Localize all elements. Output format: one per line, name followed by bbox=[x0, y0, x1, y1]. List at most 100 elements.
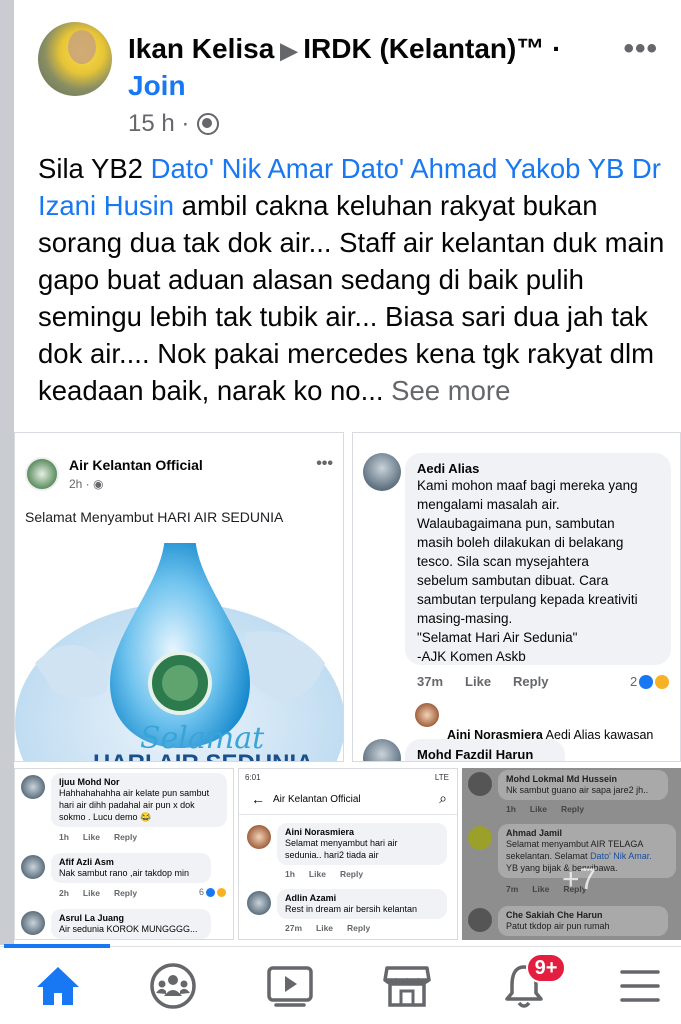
comment-bubble: Mohd Lokmal Md Hussein Nk sambut guano a… bbox=[498, 770, 668, 800]
photo-tile-1[interactable]: Air Kelantan Official 2h · ◉ ••• Selamat… bbox=[14, 432, 344, 762]
reaction-count: 2 bbox=[630, 674, 670, 689]
comment-bubble: Adlin Azami Rest in dream air bersih kel… bbox=[277, 889, 447, 919]
commenter-avatar bbox=[247, 825, 271, 849]
comment-actions: 2h Like Reply bbox=[59, 888, 138, 898]
comment-text: Nak sambut rano ,air takdop min bbox=[59, 868, 190, 878]
status-signal: LTE bbox=[434, 773, 449, 782]
reaction-count: 6 bbox=[199, 887, 227, 897]
post-meta: 15 h · bbox=[128, 110, 220, 138]
commenter-name: Mohd Lokmal Md Hussein bbox=[506, 774, 618, 784]
reaction-number: 2 bbox=[630, 674, 638, 689]
nav-menu[interactable] bbox=[590, 947, 681, 1024]
page-post-meta: 2h · ◉ bbox=[69, 477, 104, 491]
commenter-name: Adlin Azami bbox=[285, 893, 337, 903]
screenshot-header: ← Air Kelantan Official ⌕ bbox=[239, 785, 457, 815]
group-name[interactable]: IRDK (Kelantan)™ · bbox=[303, 33, 561, 64]
more-options-icon[interactable]: ••• bbox=[623, 32, 658, 66]
like-link: Like bbox=[465, 674, 492, 689]
commenter-name: Ahmad Jamil bbox=[506, 828, 563, 838]
post-header: Ikan Kelisa ▶ IRDK (Kelantan)™ · Join 15 h… bbox=[38, 22, 678, 137]
commenter-avatar bbox=[21, 855, 45, 879]
globe-icon bbox=[197, 113, 220, 135]
commenter-name: Ijuu Mohd Nor bbox=[59, 777, 120, 787]
comment-actions: 27m Like Reply bbox=[285, 923, 371, 933]
photo-tile-2[interactable]: Aedi Alias Kami mohon maaf bagi mereka y… bbox=[352, 432, 681, 762]
groups-icon bbox=[150, 963, 196, 1009]
mention-link: Dato' Nik Amar. bbox=[590, 851, 652, 861]
notification-badge: 9+ bbox=[526, 953, 566, 983]
like-reaction-icon bbox=[639, 674, 654, 689]
more-photos-overlay[interactable]: +7 bbox=[562, 863, 596, 897]
comment-text: Nk sambut guano air sapa jare2 jh.. bbox=[506, 785, 649, 795]
home-icon bbox=[37, 967, 79, 1005]
comment-actions: 1h Like Reply bbox=[285, 869, 364, 879]
commenter-avatar bbox=[363, 739, 401, 761]
comment-bubble: Aini Norasmiera Selamat menyambut hari a… bbox=[277, 823, 447, 865]
page-post-time: 2h · bbox=[69, 477, 90, 491]
haha-reaction-icon bbox=[655, 674, 670, 689]
commenter-name: Aini Norasmiera bbox=[285, 827, 355, 837]
nav-home[interactable] bbox=[8, 947, 108, 1024]
comment-bubble: Asrul La Juang Air sedunia KOROK MUNGGGG… bbox=[51, 909, 211, 939]
post-time[interactable]: 15 h · bbox=[128, 110, 189, 138]
comment-text: Air sedunia KOROK MUNGGGG... bbox=[59, 924, 198, 934]
art-caption-text: HARI AIR SEDUNIA bbox=[93, 750, 313, 762]
menu-icon bbox=[620, 970, 660, 1002]
nav-notifications[interactable]: 9+ bbox=[474, 947, 574, 1024]
page-post-text: Selamat Menyambut HARI AIR SEDUNIA bbox=[25, 509, 284, 525]
commenter-name: Afif Azli Asm bbox=[59, 857, 114, 867]
see-more-link[interactable]: See more bbox=[391, 375, 510, 406]
commenter-name: Mohd Fazdil Harun bbox=[417, 747, 534, 762]
left-edge-bar bbox=[0, 0, 14, 945]
more-options-icon: ••• bbox=[316, 455, 333, 472]
author-avatar[interactable] bbox=[38, 22, 112, 96]
comment-bubble: Ijuu Mohd Nor Hahhahahahha air kelate pu… bbox=[51, 773, 227, 827]
bottom-navigation: 9+ bbox=[0, 944, 681, 1024]
comment-bubble: Che Sakiah Che Harun Patut tkdop air pun… bbox=[498, 906, 668, 936]
comment-time: 37m bbox=[417, 674, 444, 689]
comment-text: Hahhahahahha air kelate pun sambut hari … bbox=[59, 788, 210, 822]
commenter-avatar bbox=[21, 775, 45, 799]
commenter-avatar bbox=[468, 908, 492, 932]
post-body: Sila YB2 Dato' Nik Amar Dato' Ahmad Yako… bbox=[38, 150, 668, 409]
comment-text: Rest in dream air bersih kelantan bbox=[285, 904, 418, 914]
commenter-avatar bbox=[21, 911, 45, 935]
photo-tile-4[interactable]: 6:01 LTE ← Air Kelantan Official ⌕ Aini … bbox=[238, 768, 458, 940]
reply-link: Reply bbox=[513, 674, 549, 689]
screenshot-title: Air Kelantan Official bbox=[273, 794, 361, 805]
watch-icon bbox=[267, 966, 313, 1007]
commenter-avatar bbox=[247, 891, 271, 915]
nav-watch[interactable] bbox=[240, 947, 340, 1024]
comment-actions: 1h Like Reply bbox=[59, 832, 138, 842]
photo-tile-5[interactable]: Mohd Lokmal Md Hussein Nk sambut guano a… bbox=[462, 768, 681, 940]
nav-groups[interactable] bbox=[123, 947, 223, 1024]
post-text-rest: ambil cakna keluhan rakyat bukan sorang … bbox=[38, 190, 665, 406]
comment-bubble: Aedi Alias Kami mohon maaf bagi mereka y… bbox=[405, 453, 671, 665]
page-name: Air Kelantan Official bbox=[69, 457, 203, 473]
globe-icon: ◉ bbox=[93, 477, 104, 491]
comment-text: Selamat menyambut hari air sedunia.. har… bbox=[285, 838, 398, 860]
commenter-name: Che Sakiah Che Harun bbox=[506, 910, 603, 920]
status-time: 6:01 bbox=[245, 773, 261, 782]
water-day-artwork: Selamat HARI AIR SEDUNIA bbox=[15, 543, 343, 762]
comment-actions: 37m Like Reply bbox=[417, 674, 570, 689]
commenter-avatar bbox=[363, 453, 401, 491]
commenter-name: Asrul La Juang bbox=[59, 913, 125, 923]
post-text-start: Sila YB2 bbox=[38, 153, 151, 184]
photo-grid: Air Kelantan Official 2h · ◉ ••• Selamat… bbox=[14, 432, 681, 942]
nav-marketplace[interactable] bbox=[357, 947, 457, 1024]
comment-bubble: Mohd Fazdil Harun bbox=[405, 739, 565, 762]
arrow-right-icon: ▶ bbox=[280, 38, 298, 63]
comment-text: Patut tkdop air pun rumah bbox=[506, 921, 610, 931]
page-avatar bbox=[25, 457, 59, 491]
comment-bubble: Afif Azli Asm Nak sambut rano ,air takdo… bbox=[51, 853, 211, 883]
comment-actions: 1h Like Reply bbox=[506, 804, 585, 814]
photo-tile-3[interactable]: Ijuu Mohd Nor Hahhahahahha air kelate pu… bbox=[14, 768, 234, 940]
join-group-link[interactable]: Join bbox=[128, 70, 186, 102]
commenter-name: Aedi Alias bbox=[417, 461, 480, 476]
marketplace-icon bbox=[383, 966, 431, 1007]
search-icon: ⌕ bbox=[439, 790, 447, 806]
post-title-line: Ikan Kelisa ▶ IRDK (Kelantan)™ · bbox=[128, 32, 568, 68]
comment-text: Kami mohon maaf bagi mereka yang mengala… bbox=[417, 478, 638, 664]
author-name[interactable]: Ikan Kelisa bbox=[128, 33, 274, 64]
